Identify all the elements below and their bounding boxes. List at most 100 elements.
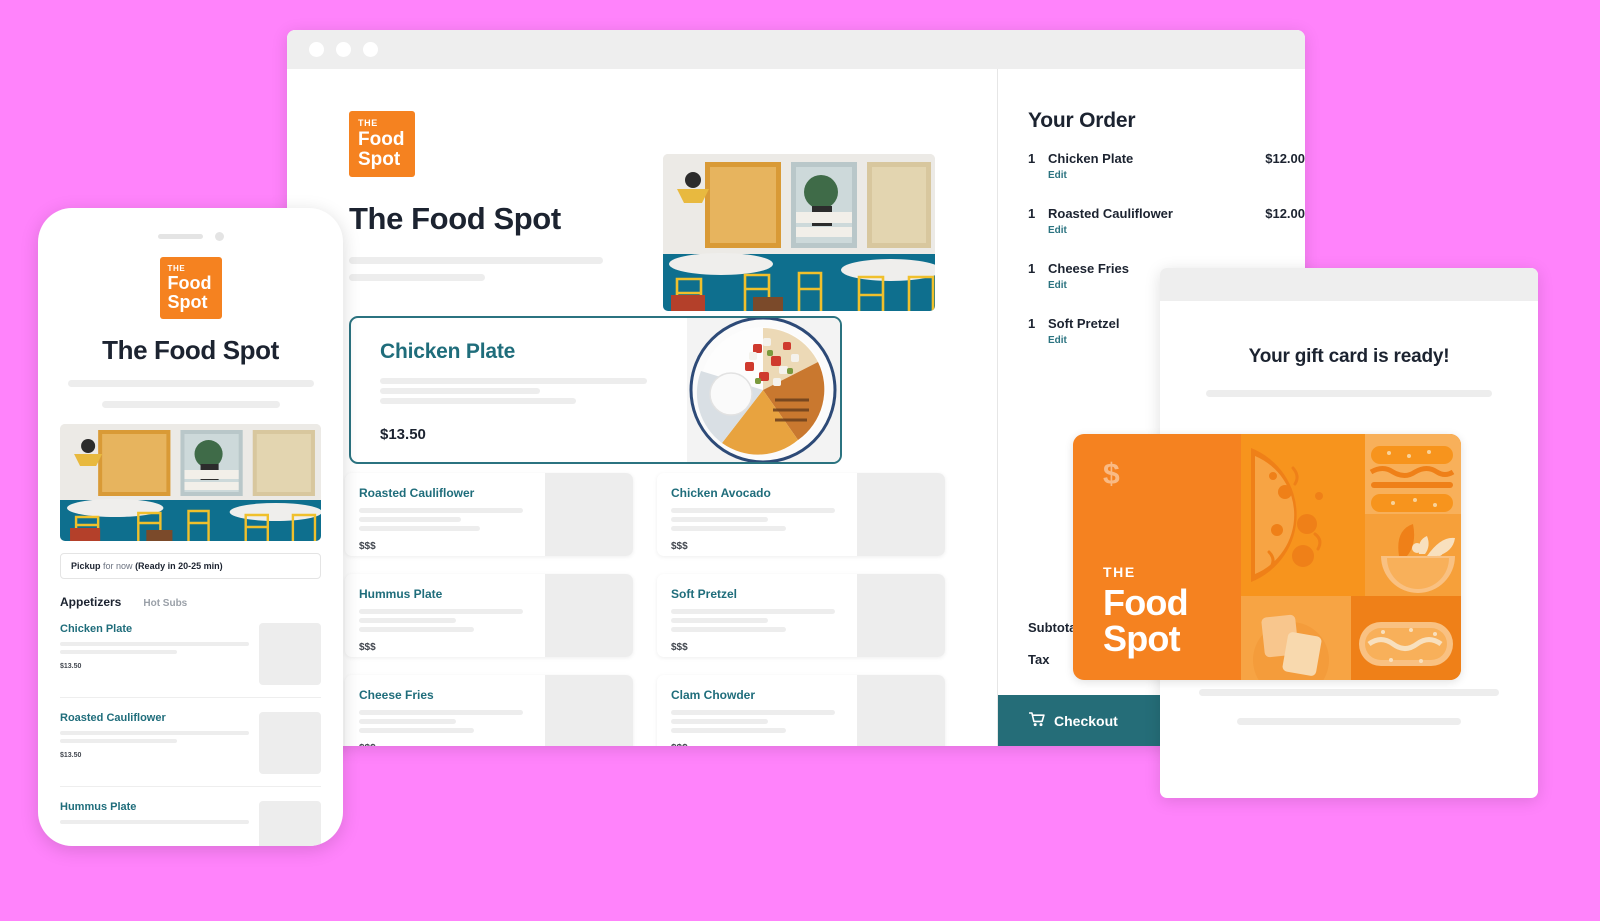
menu-item-thumbnail (545, 675, 633, 746)
gift-card-artwork (1241, 434, 1461, 680)
phone-item-name: Hummus Plate (60, 801, 137, 813)
menu-item-name: Soft Pretzel (671, 587, 738, 601)
tab-appetizers[interactable]: Appetizers (60, 595, 121, 609)
logo-food-text: Food (358, 129, 405, 151)
gift-skeleton-top (1206, 390, 1492, 397)
gift-card-front: $ THE Food Spot (1073, 434, 1241, 680)
phone-speaker (157, 234, 203, 239)
window-maximize-icon[interactable] (363, 42, 378, 57)
restaurant-hero-image (663, 154, 935, 311)
menu-items-grid: Roasted Cauliflower $$$ Chicken Avocado … (345, 473, 945, 746)
order-item-qty: 1 (1028, 151, 1036, 166)
menu-item-thumbnail (545, 473, 633, 556)
checkout-label: Checkout (1054, 712, 1118, 729)
featured-item-name: Chicken Plate (380, 340, 516, 363)
phone-item-name: Roasted Cauliflower (60, 712, 166, 724)
window-minimize-icon[interactable] (336, 42, 351, 57)
menu-card[interactable]: Clam Chowder $$$ (657, 675, 945, 746)
logo-food-text: Food (167, 273, 212, 294)
phone-item-price: $13.50 (60, 752, 82, 759)
menu-item-thumbnail (857, 675, 945, 746)
menu-item-desc-skeleton (359, 508, 545, 531)
order-item-qty: 1 (1028, 206, 1036, 221)
browser-brand-logo: THE Food Spot (349, 111, 415, 177)
menu-item-thumbnail (857, 574, 945, 657)
featured-menu-card[interactable]: Chicken Plate $13.50 (349, 316, 842, 464)
window-close-icon[interactable] (309, 42, 324, 57)
phone-pickup-banner[interactable]: Pickup for now (Ready in 20-25 min) (60, 553, 321, 579)
list-item[interactable]: Hummus Plate (60, 787, 321, 846)
phone-page-title: The Food Spot (102, 335, 279, 365)
order-item-edit-link[interactable]: Edit (1048, 170, 1259, 181)
order-item-edit-link[interactable]: Edit (1048, 225, 1259, 236)
menu-item-name: Cheese Fries (359, 688, 434, 702)
featured-item-image (687, 318, 840, 462)
menu-card[interactable]: Roasted Cauliflower $$$ (345, 473, 633, 556)
tab-hot-subs[interactable]: Hot Subs (143, 598, 187, 609)
order-row: 1 Roasted Cauliflower Edit $12.00 (1028, 206, 1305, 236)
phone-item-price: $13.50 (60, 663, 82, 670)
menu-item-price: $$$ (671, 743, 857, 746)
menu-item-price: $$$ (359, 743, 545, 746)
gift-card-brand: THE Food Spot (1103, 564, 1189, 660)
phone-item-desc-skeleton (60, 642, 249, 654)
dollar-icon: $ (1103, 458, 1120, 491)
order-panel-title: Your Order (1028, 109, 1136, 132)
list-item[interactable]: Chicken Plate $13.50 (60, 609, 321, 698)
featured-desc-skeleton (380, 378, 687, 404)
menu-item-price: $$$ (671, 642, 688, 653)
gift-logo-spot-text: Spot (1103, 618, 1181, 660)
order-row: 1 Chicken Plate Edit $12.00 (1028, 151, 1305, 181)
menu-item-price: $$$ (359, 642, 376, 653)
order-item-qty: 1 (1028, 316, 1036, 331)
menu-item-price: $$$ (671, 541, 688, 552)
order-item-qty: 1 (1028, 261, 1036, 276)
gift-card-heading: Your gift card is ready! (1248, 346, 1450, 367)
menu-item-name: Hummus Plate (359, 587, 443, 601)
phone-camera (214, 232, 224, 241)
menu-item-desc-skeleton (671, 609, 857, 632)
list-item[interactable]: Roasted Cauliflower $13.50 (60, 698, 321, 787)
pickup-mode-label: Pickup (71, 561, 101, 571)
phone-category-tabs: Appetizers Hot Subs (60, 595, 321, 609)
featured-item-price: $13.50 (380, 426, 426, 443)
phone-menu-list: Chicken Plate $13.50 Roasted Cauliflower… (60, 609, 321, 846)
menu-item-name: Clam Chowder (671, 688, 756, 702)
menu-item-price: $$$ (359, 541, 376, 552)
gift-card[interactable]: $ THE Food Spot (1073, 434, 1461, 680)
menu-main-panel: THE Food Spot The Food Spot Chicken Plat… (287, 69, 997, 746)
order-item-name: Roasted Cauliflower (1048, 206, 1173, 221)
cart-icon (1028, 711, 1045, 730)
gift-logo-the-text: THE (1103, 564, 1136, 581)
menu-item-thumbnail (857, 473, 945, 556)
phone-hero-image (60, 424, 321, 541)
gift-logo-food-text: Food (1103, 581, 1189, 623)
phone-item-name: Chicken Plate (60, 623, 133, 635)
page-canvas: THE Food Spot The Food Spot Pickup for n… (0, 0, 1600, 921)
menu-item-name: Roasted Cauliflower (359, 486, 475, 500)
menu-item-thumbnail (545, 574, 633, 657)
order-item-name: Chicken Plate (1048, 151, 1134, 166)
gift-window-titlebar (1160, 268, 1538, 301)
shop-info-skeleton-2 (349, 274, 485, 281)
menu-card[interactable]: Chicken Avocado $$$ (657, 473, 945, 556)
menu-item-desc-skeleton (359, 609, 545, 632)
menu-card[interactable]: Hummus Plate $$$ (345, 574, 633, 657)
logo-the-text: THE (167, 264, 186, 274)
phone-item-thumbnail (259, 623, 321, 685)
phone-brand-logo: THE Food Spot (159, 257, 222, 319)
phone-item-desc-skeleton (60, 731, 249, 743)
tax-label: Tax (1028, 652, 1050, 667)
menu-card[interactable]: Cheese Fries $$$ (345, 675, 633, 746)
phone-mockup: THE Food Spot The Food Spot Pickup for n… (38, 208, 343, 846)
menu-item-name: Chicken Avocado (671, 486, 771, 500)
logo-spot-text: Spot (358, 148, 401, 170)
phone-item-thumbnail (259, 712, 321, 774)
order-item-price: $12.00 (1265, 206, 1305, 221)
phone-item-thumbnail (259, 801, 321, 846)
pickup-rest-label: for now (103, 561, 133, 571)
shop-info-skeleton-1 (349, 257, 603, 264)
menu-card[interactable]: Soft Pretzel $$$ (657, 574, 945, 657)
phone-item-desc-skeleton (60, 820, 249, 824)
browser-titlebar (287, 30, 1305, 69)
